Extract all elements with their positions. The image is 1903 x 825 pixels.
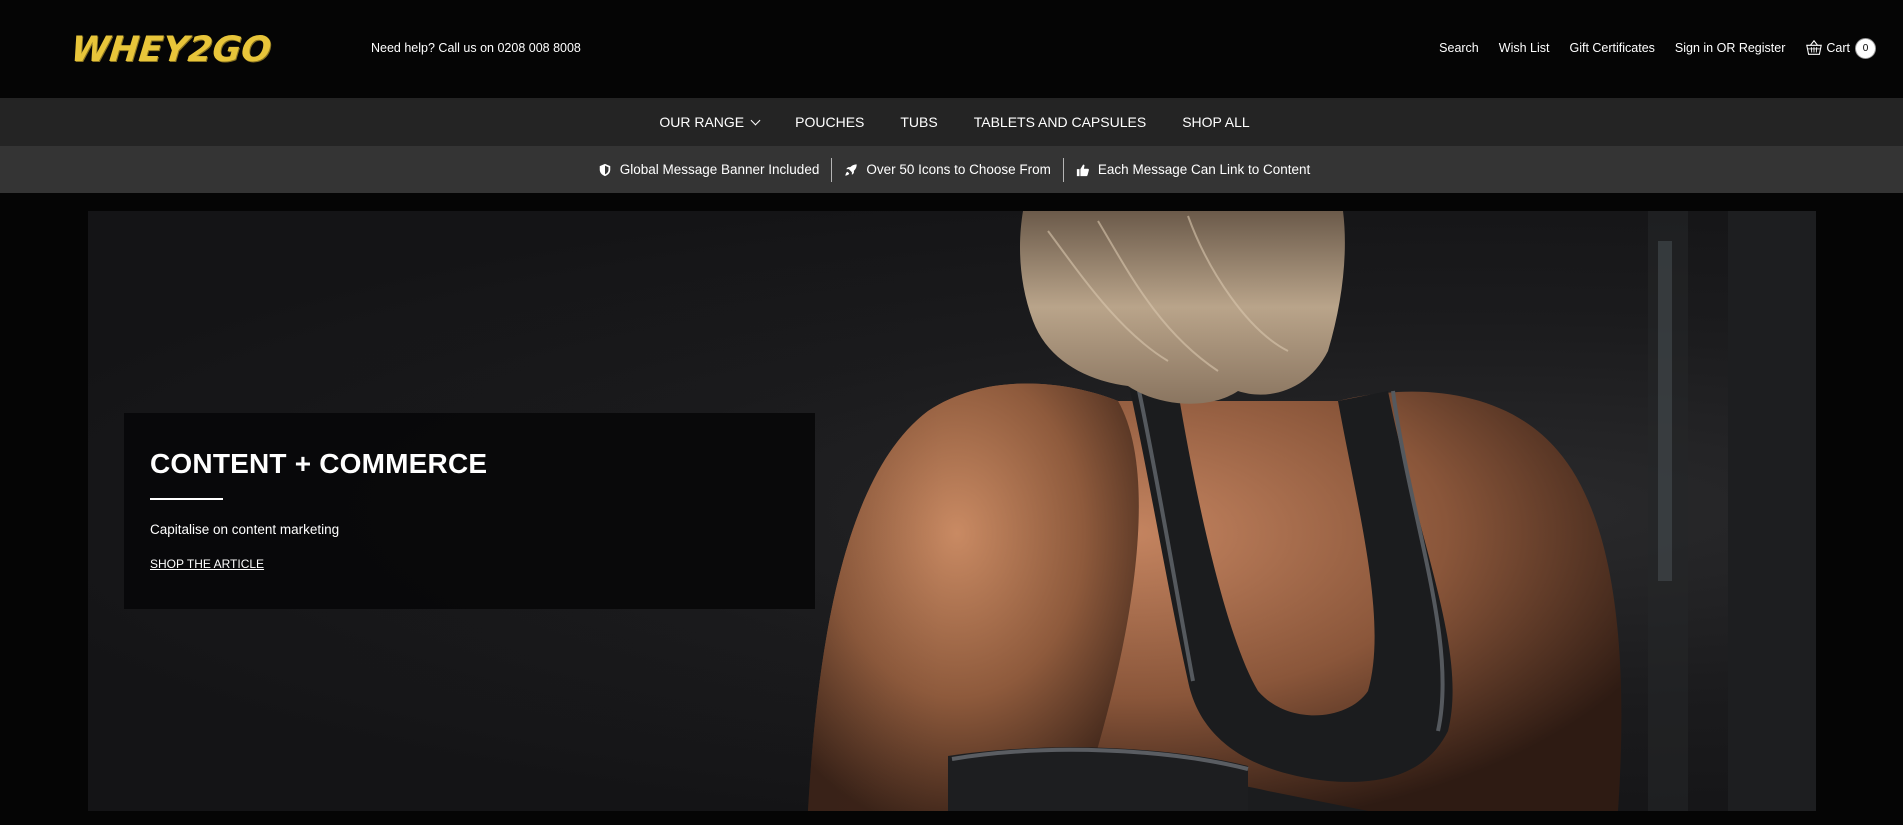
- message-banner: Global Message Banner Included Over 50 I…: [0, 146, 1903, 193]
- banner-message-3[interactable]: Each Message Can Link to Content: [1062, 157, 1322, 182]
- nav-item-tablets-capsules[interactable]: TABLETS AND CAPSULES: [974, 114, 1146, 130]
- nav-item-label: SHOP ALL: [1182, 114, 1250, 130]
- nav-item-label: TUBS: [900, 114, 938, 130]
- hero-banner[interactable]: CONTENT + COMMERCE Capitalise on content…: [88, 211, 1816, 811]
- wishlist-link[interactable]: Wish List: [1499, 41, 1550, 55]
- banner-message-text: Global Message Banner Included: [619, 162, 820, 177]
- shop-the-article-link[interactable]: SHOP THE ARTICLE: [150, 557, 264, 571]
- basket-icon: [1806, 39, 1823, 55]
- sign-in-register-link[interactable]: Sign in OR Register: [1675, 41, 1785, 55]
- cart-link[interactable]: Cart 0: [1805, 37, 1876, 59]
- hero-title: CONTENT + COMMERCE: [150, 448, 488, 479]
- search-link[interactable]: Search: [1439, 41, 1479, 55]
- nav-item-label: OUR RANGE: [659, 114, 745, 130]
- thumbs-up-icon: [1076, 164, 1089, 176]
- nav-item-label: POUCHES: [795, 114, 865, 130]
- banner-message-1[interactable]: Global Message Banner Included: [586, 158, 832, 182]
- rocket-icon: [845, 163, 858, 176]
- nav-item-tubs[interactable]: TUBS: [900, 114, 937, 130]
- banner-message-text: Over 50 Icons to Choose From: [866, 162, 1051, 177]
- nav-item-label: TABLETS AND CAPSULES: [973, 114, 1147, 130]
- site-logo[interactable]: WHEY2GO: [69, 28, 274, 72]
- banner-message-text: Each Message Can Link to Content: [1097, 162, 1311, 177]
- shield-icon: [599, 163, 610, 176]
- gift-certificates-link[interactable]: Gift Certificates: [1569, 41, 1654, 55]
- cart-count-badge: 0: [1855, 37, 1876, 59]
- nav-item-shop-all[interactable]: SHOP ALL: [1182, 114, 1249, 130]
- hero-subtitle: Capitalise on content marketing: [150, 522, 340, 537]
- chevron-down-icon: [750, 115, 761, 125]
- site-header: WHEY2GO Need help? Call us on 0208 008 8…: [0, 0, 1903, 98]
- helpline-text: Need help? Call us on 0208 008 8008: [371, 41, 581, 55]
- main-nav: OUR RANGE POUCHES TUBS TABLETS AND CAPSU…: [0, 98, 1903, 146]
- utility-nav: Search Wish List Gift Certificates Sign …: [1439, 36, 1876, 60]
- hero-promo-card: CONTENT + COMMERCE Capitalise on content…: [124, 413, 815, 609]
- title-divider: [150, 498, 223, 500]
- cart-label: Cart: [1826, 41, 1850, 55]
- nav-item-our-range[interactable]: OUR RANGE: [659, 114, 761, 130]
- nav-item-pouches[interactable]: POUCHES: [795, 114, 864, 130]
- banner-message-2[interactable]: Over 50 Icons to Choose From: [831, 157, 1063, 182]
